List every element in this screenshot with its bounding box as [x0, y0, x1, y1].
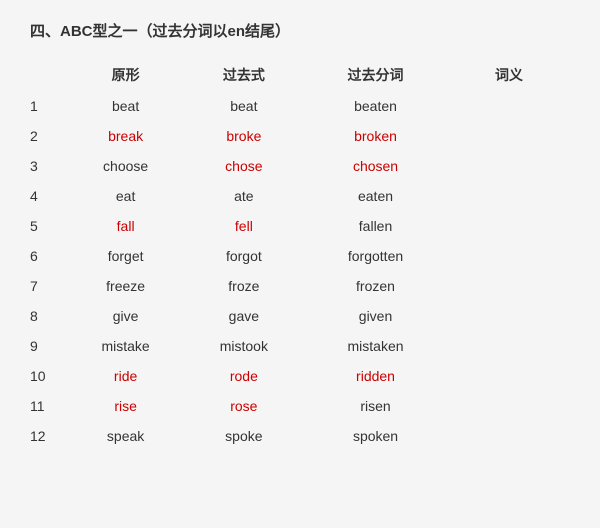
- cell-pp: fallen: [303, 211, 448, 241]
- header-meaning: 词义: [448, 59, 570, 91]
- table-row: 9mistakemistookmistaken: [30, 331, 570, 361]
- cell-base: speak: [66, 421, 184, 451]
- table-row: 12speakspokespoken: [30, 421, 570, 451]
- cell-pp: forgotten: [303, 241, 448, 271]
- cell-past: rode: [185, 361, 303, 391]
- cell-meaning: [448, 271, 570, 301]
- cell-pp: broken: [303, 121, 448, 151]
- table-row: 6forgetforgotforgotten: [30, 241, 570, 271]
- cell-past: ate: [185, 181, 303, 211]
- cell-meaning: [448, 121, 570, 151]
- cell-past: rose: [185, 391, 303, 421]
- cell-past: gave: [185, 301, 303, 331]
- cell-num: 11: [30, 391, 66, 421]
- title: 四、ABC型之一（过去分词以en结尾）: [30, 20, 570, 41]
- cell-meaning: [448, 151, 570, 181]
- cell-num: 8: [30, 301, 66, 331]
- cell-meaning: [448, 391, 570, 421]
- cell-meaning: [448, 211, 570, 241]
- cell-meaning: [448, 91, 570, 121]
- cell-past: mistook: [185, 331, 303, 361]
- cell-meaning: [448, 421, 570, 451]
- cell-base: beat: [66, 91, 184, 121]
- table-row: 2breakbrokebroken: [30, 121, 570, 151]
- header-pp: 过去分词: [303, 59, 448, 91]
- cell-pp: eaten: [303, 181, 448, 211]
- cell-meaning: [448, 181, 570, 211]
- cell-past: fell: [185, 211, 303, 241]
- cell-base: freeze: [66, 271, 184, 301]
- cell-pp: chosen: [303, 151, 448, 181]
- cell-pp: beaten: [303, 91, 448, 121]
- table-row: 5fallfellfallen: [30, 211, 570, 241]
- cell-meaning: [448, 361, 570, 391]
- cell-num: 10: [30, 361, 66, 391]
- table-row: 4eatateeaten: [30, 181, 570, 211]
- cell-past: spoke: [185, 421, 303, 451]
- cell-num: 6: [30, 241, 66, 271]
- cell-base: break: [66, 121, 184, 151]
- cell-base: rise: [66, 391, 184, 421]
- cell-num: 2: [30, 121, 66, 151]
- cell-base: fall: [66, 211, 184, 241]
- table-row: 11riseroserisen: [30, 391, 570, 421]
- cell-pp: frozen: [303, 271, 448, 301]
- cell-meaning: [448, 331, 570, 361]
- cell-num: 3: [30, 151, 66, 181]
- cell-meaning: [448, 301, 570, 331]
- header-base: 原形: [66, 59, 184, 91]
- cell-num: 12: [30, 421, 66, 451]
- cell-pp: risen: [303, 391, 448, 421]
- cell-num: 7: [30, 271, 66, 301]
- cell-past: broke: [185, 121, 303, 151]
- cell-meaning: [448, 241, 570, 271]
- cell-past: chose: [185, 151, 303, 181]
- header-num: [30, 59, 66, 91]
- cell-past: beat: [185, 91, 303, 121]
- table-row: 7freezefrozefrozen: [30, 271, 570, 301]
- cell-pp: spoken: [303, 421, 448, 451]
- cell-num: 1: [30, 91, 66, 121]
- cell-past: forgot: [185, 241, 303, 271]
- table-header: 原形 过去式 过去分词 词义: [30, 59, 570, 91]
- cell-base: eat: [66, 181, 184, 211]
- cell-num: 9: [30, 331, 66, 361]
- cell-past: froze: [185, 271, 303, 301]
- header-past: 过去式: [185, 59, 303, 91]
- cell-num: 5: [30, 211, 66, 241]
- cell-pp: ridden: [303, 361, 448, 391]
- cell-base: mistake: [66, 331, 184, 361]
- verb-table: 原形 过去式 过去分词 词义 1beatbeatbeaten2breakbrok…: [30, 59, 570, 451]
- table-row: 10rideroderidden: [30, 361, 570, 391]
- cell-base: give: [66, 301, 184, 331]
- table-row: 3choosechosechosen: [30, 151, 570, 181]
- cell-base: ride: [66, 361, 184, 391]
- table-row: 1beatbeatbeaten: [30, 91, 570, 121]
- cell-base: forget: [66, 241, 184, 271]
- cell-pp: mistaken: [303, 331, 448, 361]
- cell-base: choose: [66, 151, 184, 181]
- cell-pp: given: [303, 301, 448, 331]
- table-row: 8givegavegiven: [30, 301, 570, 331]
- cell-num: 4: [30, 181, 66, 211]
